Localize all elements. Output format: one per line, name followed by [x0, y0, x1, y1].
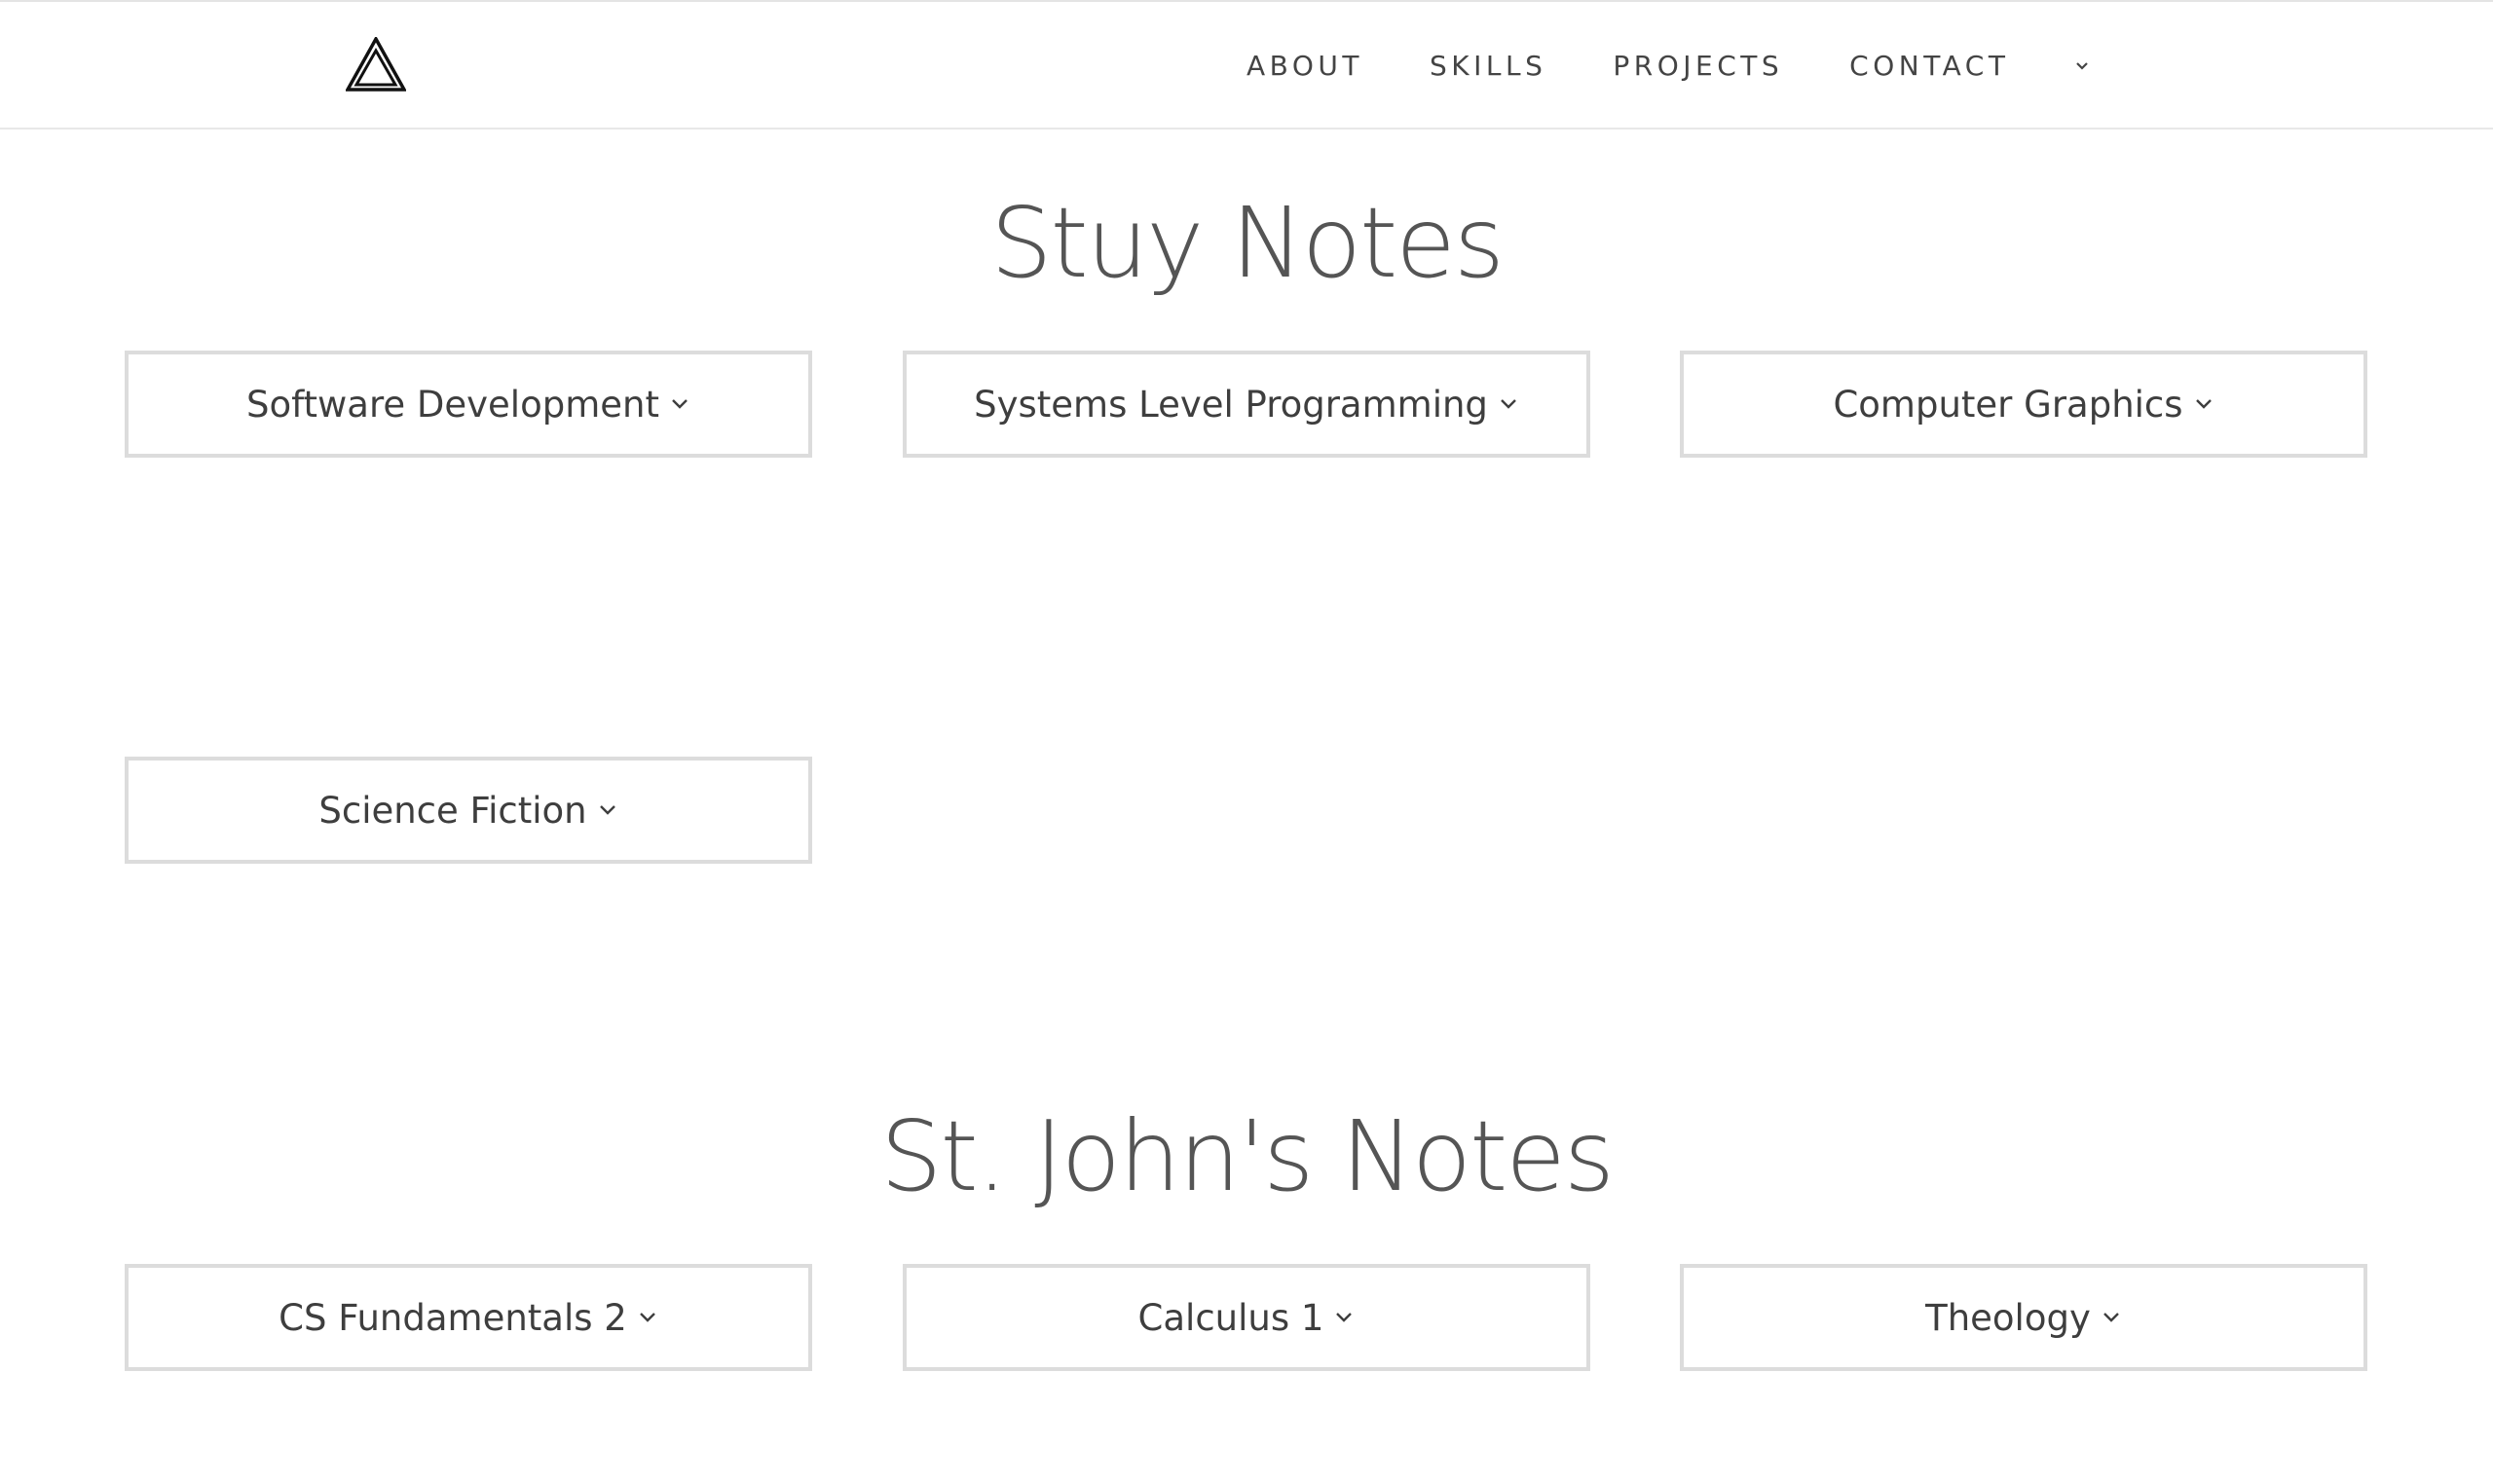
nav-link-about[interactable]: ABOUT — [1246, 50, 1363, 82]
dropdown-label: Software Development — [246, 383, 659, 426]
dropdown-label: Theology — [1925, 1296, 2091, 1339]
home-logo[interactable] — [346, 37, 406, 92]
dropdown-label: Computer Graphics — [1833, 383, 2183, 426]
chevron-down-icon — [669, 393, 690, 415]
nav-link-projects[interactable]: PROJECTS — [1613, 50, 1783, 82]
section-title-st-johns: St. John's Notes — [880, 1099, 1615, 1213]
chevron-down-icon — [637, 1307, 658, 1328]
dropdown-cs-fundamentals-2[interactable]: CS Fundamentals 2 — [125, 1264, 812, 1371]
chevron-down-icon — [2101, 1307, 2122, 1328]
dropdown-software-development[interactable]: Software Development — [125, 351, 812, 458]
dropdown-label: Calculus 1 — [1137, 1296, 1324, 1339]
nav-links: ABOUT SKILLS PROJECTS CONTACT — [1246, 2, 2093, 130]
chevron-down-icon — [597, 799, 618, 821]
top-navbar: ABOUT SKILLS PROJECTS CONTACT — [0, 0, 2493, 130]
dropdown-label: Science Fiction — [318, 789, 587, 832]
chevron-down-icon — [1498, 393, 1519, 415]
chevron-down-icon — [2076, 61, 2089, 70]
dropdown-calculus-1[interactable]: Calculus 1 — [903, 1264, 1590, 1371]
dropdown-label: Systems Level Programming — [974, 383, 1488, 426]
dropdown-label: CS Fundamentals 2 — [279, 1296, 627, 1339]
dropdown-science-fiction[interactable]: Science Fiction — [125, 757, 812, 864]
chevron-down-icon — [1333, 1307, 1355, 1328]
chevron-down-icon — [2193, 393, 2214, 415]
nav-link-skills[interactable]: SKILLS — [1430, 50, 1546, 82]
triangle-logo-icon — [346, 37, 406, 92]
dropdown-theology[interactable]: Theology — [1680, 1264, 2367, 1371]
nav-link-contact[interactable]: CONTACT — [1849, 50, 2009, 82]
dropdown-systems-level-programming[interactable]: Systems Level Programming — [903, 351, 1590, 458]
section-title-stuy: Stuy Notes — [990, 186, 1505, 300]
nav-more-dropdown[interactable] — [2071, 56, 2093, 77]
dropdown-computer-graphics[interactable]: Computer Graphics — [1680, 351, 2367, 458]
